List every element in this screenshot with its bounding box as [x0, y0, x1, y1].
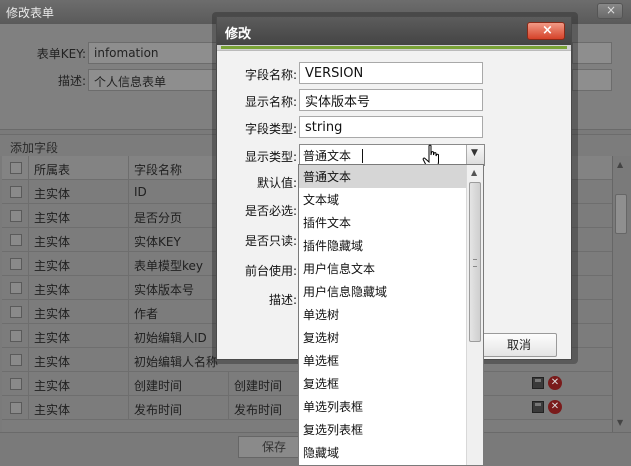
form-key-label: 表单KEY: [36, 47, 86, 61]
display-type-label: 显示类型: [244, 150, 297, 164]
row-checkbox[interactable] [10, 282, 22, 294]
frontend-use-label: 前台使用: [244, 264, 297, 278]
dropdown-option[interactable]: 单选列表框 [299, 395, 467, 418]
display-type-select[interactable]: 普通文本 ▼ [299, 144, 485, 166]
select-all-checkbox[interactable] [10, 162, 22, 174]
field-type-input[interactable] [299, 116, 483, 138]
dropdown-option[interactable]: 插件文本 [299, 211, 467, 234]
row-table: 主实体 [34, 211, 71, 225]
row-field: 创建时间 [134, 379, 183, 393]
default-value-label: 默认值: [256, 176, 297, 190]
row-table: 主实体 [34, 307, 71, 321]
row-field: 是否分页 [134, 211, 183, 225]
dropdown-button[interactable]: ▼ [466, 145, 484, 165]
dropdown-scrollbar[interactable]: ▲ [466, 165, 483, 465]
background-close-button[interactable]: × [597, 3, 623, 19]
dropdown-option[interactable]: 复选列表框 [299, 418, 467, 441]
dropdown-option[interactable]: 用户信息隐藏域 [299, 280, 467, 303]
dropdown-option[interactable]: 普通文本 [299, 165, 467, 188]
dropdown-option[interactable]: 用户信息文本 [299, 257, 467, 280]
row-display: 创建时间 [234, 379, 283, 393]
dialog-titlebar: 修改 × [217, 17, 571, 45]
description-label: 描述: [268, 293, 297, 307]
row-field: 表单模型key [134, 259, 204, 273]
row-table: 主实体 [34, 403, 71, 417]
field-name-label: 字段名称: [244, 68, 297, 82]
row-field: 初始编辑人ID [134, 331, 207, 345]
text-caret [362, 149, 363, 163]
row-checkbox[interactable] [10, 186, 22, 198]
save-icon[interactable] [532, 401, 544, 413]
row-field: 初始编辑人名称 [134, 355, 219, 369]
row-checkbox[interactable] [10, 330, 22, 342]
row-table: 主实体 [34, 259, 71, 273]
field-type-label: 字段类型: [244, 122, 297, 136]
dropdown-option[interactable]: 复选框 [299, 372, 467, 395]
row-table: 主实体 [34, 235, 71, 249]
dropdown-option[interactable]: 隐藏域 [299, 441, 467, 464]
row-table: 主实体 [34, 331, 71, 345]
form-key-field-end [572, 42, 612, 64]
row-checkbox[interactable] [10, 234, 22, 246]
delete-icon[interactable]: ✕ [548, 400, 562, 414]
form-desc-field-end [572, 69, 612, 91]
dropdown-option[interactable]: 文本域 [299, 188, 467, 211]
row-checkbox[interactable] [10, 258, 22, 270]
row-checkbox[interactable] [10, 306, 22, 318]
dialog-title: 修改 [225, 27, 252, 42]
delete-icon[interactable]: ✕ [548, 376, 562, 390]
form-desc-label: 描述: [57, 74, 86, 88]
field-name-input[interactable] [299, 62, 483, 84]
form-desc-field[interactable]: 个人信息表单 [88, 69, 218, 91]
dropdown-option[interactable]: 单选框 [299, 349, 467, 372]
dropdown-scroll-thumb[interactable] [469, 182, 481, 342]
row-table: 主实体 [34, 355, 71, 369]
row-display: 发布时间 [234, 403, 283, 417]
row-table: 主实体 [34, 283, 71, 297]
row-field: 实体版本号 [134, 283, 195, 297]
header-field: 字段名称 [134, 163, 183, 177]
row-checkbox[interactable] [10, 354, 22, 366]
dropdown-option[interactable]: 复选树 [299, 326, 467, 349]
close-icon: × [542, 23, 553, 38]
cancel-button[interactable]: 取消 [481, 333, 557, 357]
background-title: 修改表单 [6, 6, 55, 20]
table-scrollbar[interactable]: ▲ ▼ [612, 156, 629, 432]
readonly-label: 是否只读: [244, 234, 297, 248]
row-checkbox[interactable] [10, 210, 22, 222]
save-icon[interactable] [532, 377, 544, 389]
row-checkbox[interactable] [10, 378, 22, 390]
row-table: 主实体 [34, 187, 71, 201]
row-checkbox[interactable] [10, 402, 22, 414]
row-actions: ✕ [532, 400, 566, 416]
scroll-up-icon[interactable]: ▲ [617, 160, 623, 169]
row-field: ID [134, 185, 147, 199]
dropdown-option[interactable]: 插件隐藏域 [299, 234, 467, 257]
chevron-down-icon: ▼ [471, 148, 478, 158]
scroll-down-icon[interactable]: ▼ [617, 418, 623, 427]
header-table: 所属表 [34, 163, 71, 177]
close-icon: × [606, 3, 617, 17]
display-type-value: 普通文本 [303, 149, 352, 163]
scroll-thumb[interactable] [615, 194, 627, 234]
row-actions: ✕ [532, 376, 566, 392]
dialog-close-button[interactable]: × [527, 22, 565, 40]
required-label: 是否必选: [244, 204, 297, 218]
dialog-accent-strip [217, 45, 571, 51]
row-field: 实体KEY [134, 235, 181, 249]
display-name-label: 显示名称: [244, 95, 297, 109]
row-table: 主实体 [34, 379, 71, 393]
display-name-input[interactable] [299, 89, 483, 111]
scroll-up-icon[interactable]: ▲ [471, 168, 477, 177]
row-field: 作者 [134, 307, 159, 321]
form-key-field[interactable]: infomation [88, 42, 218, 64]
dropdown-option[interactable]: 单选树 [299, 303, 467, 326]
display-type-dropdown: 普通文本 文本域 插件文本 插件隐藏域 用户信息文本 用户信息隐藏域 单选树 复… [298, 164, 484, 466]
row-field: 发布时间 [134, 403, 183, 417]
